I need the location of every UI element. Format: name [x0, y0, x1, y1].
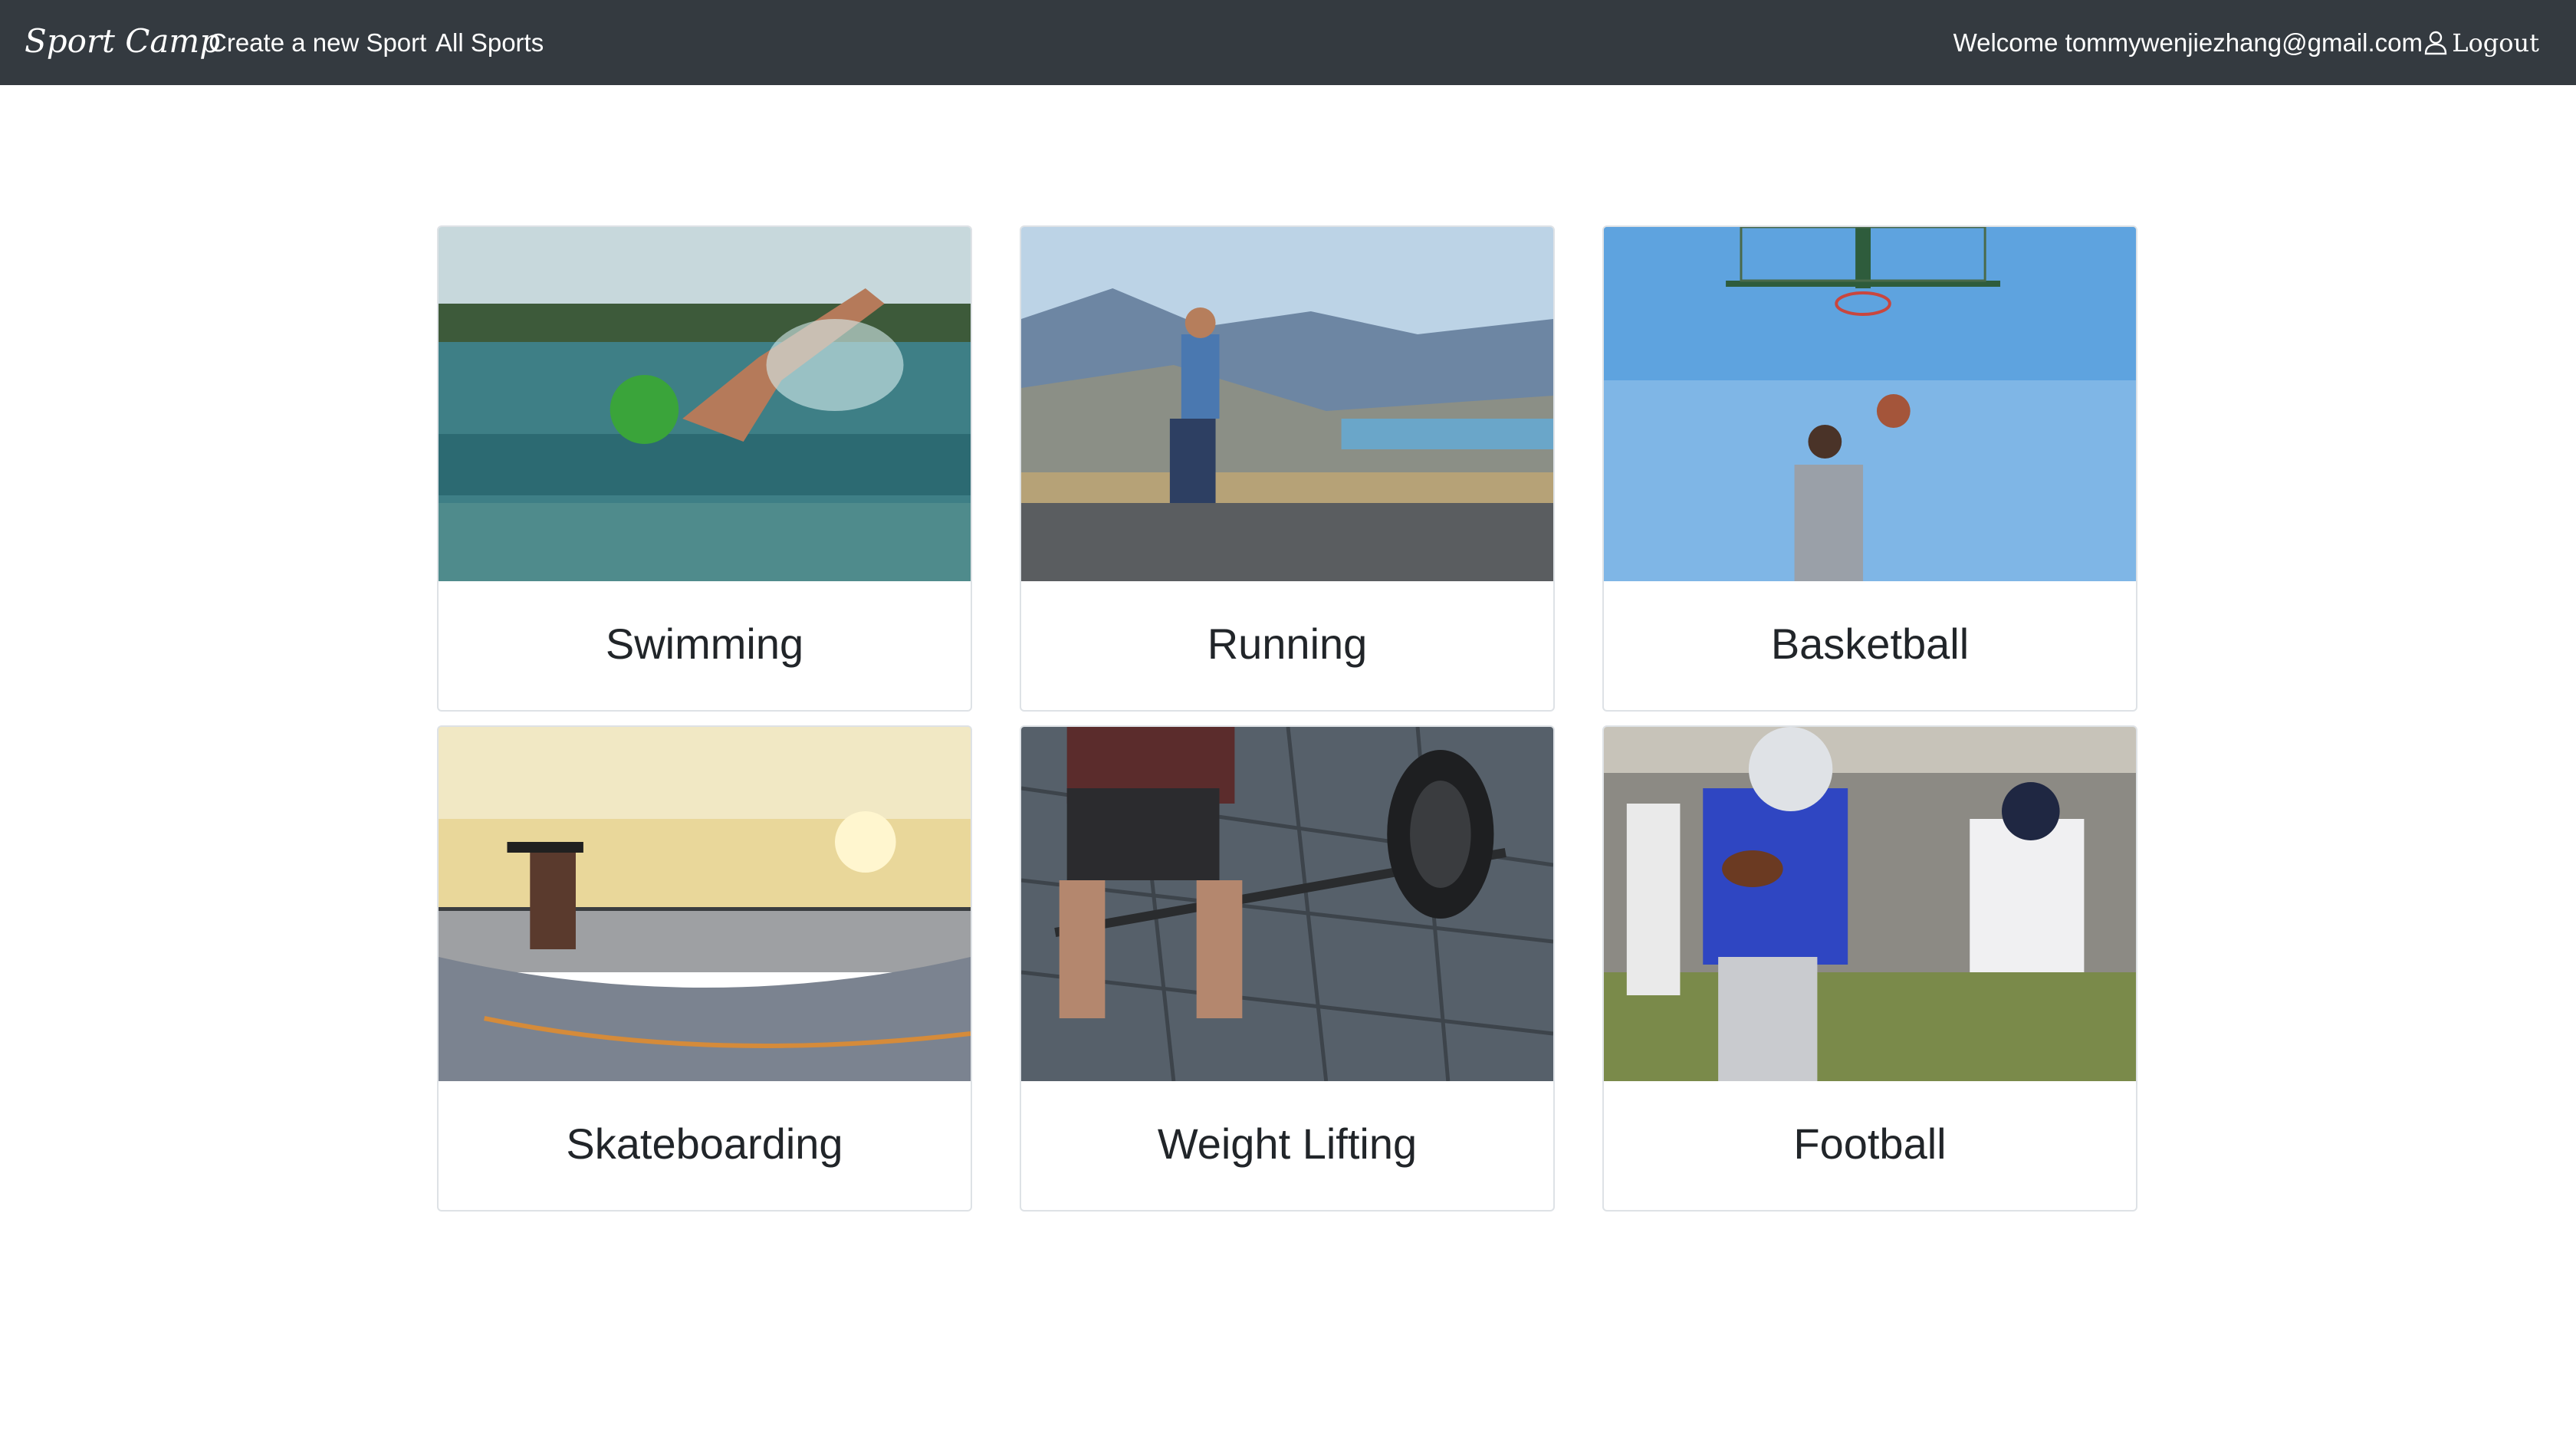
nav-all-sports-link[interactable]: All Sports: [435, 26, 544, 60]
card-title: Weight Lifting: [1157, 1119, 1418, 1168]
card-title: Skateboarding: [566, 1119, 843, 1168]
basketball-image: [1604, 227, 2136, 581]
welcome-text: Welcome tommywenjiezhang@gmail.com: [1953, 28, 2423, 57]
nav-create-sport-link[interactable]: Create a new Sport: [209, 26, 426, 60]
card-title: Running: [1207, 619, 1368, 668]
card-title: Swimming: [605, 619, 804, 668]
sport-card-skateboarding[interactable]: Skateboarding: [437, 725, 972, 1212]
running-image: [1021, 227, 1553, 581]
sport-card-weight-lifting[interactable]: Weight Lifting: [1020, 725, 1555, 1212]
swimming-image: [439, 227, 971, 581]
sport-card-football[interactable]: Football: [1602, 725, 2137, 1212]
brand-logo[interactable]: Sport Camp: [25, 21, 220, 61]
logout-link[interactable]: Logout: [2424, 26, 2539, 60]
weight-lifting-image: [1021, 727, 1553, 1081]
navbar: Sport Camp Create a new Sport All Sports…: [0, 0, 2576, 85]
sport-card-basketball[interactable]: Basketball: [1602, 225, 2137, 712]
sport-card-swimming[interactable]: Swimming: [437, 225, 972, 712]
football-image: [1604, 727, 2136, 1081]
skateboarding-image: [439, 727, 971, 1081]
card-title: Basketball: [1770, 619, 1970, 668]
card-title: Football: [1793, 1119, 1947, 1168]
person-icon: [2425, 31, 2447, 55]
sport-card-running[interactable]: Running: [1020, 225, 1555, 712]
logout-label: Logout: [2452, 28, 2539, 58]
